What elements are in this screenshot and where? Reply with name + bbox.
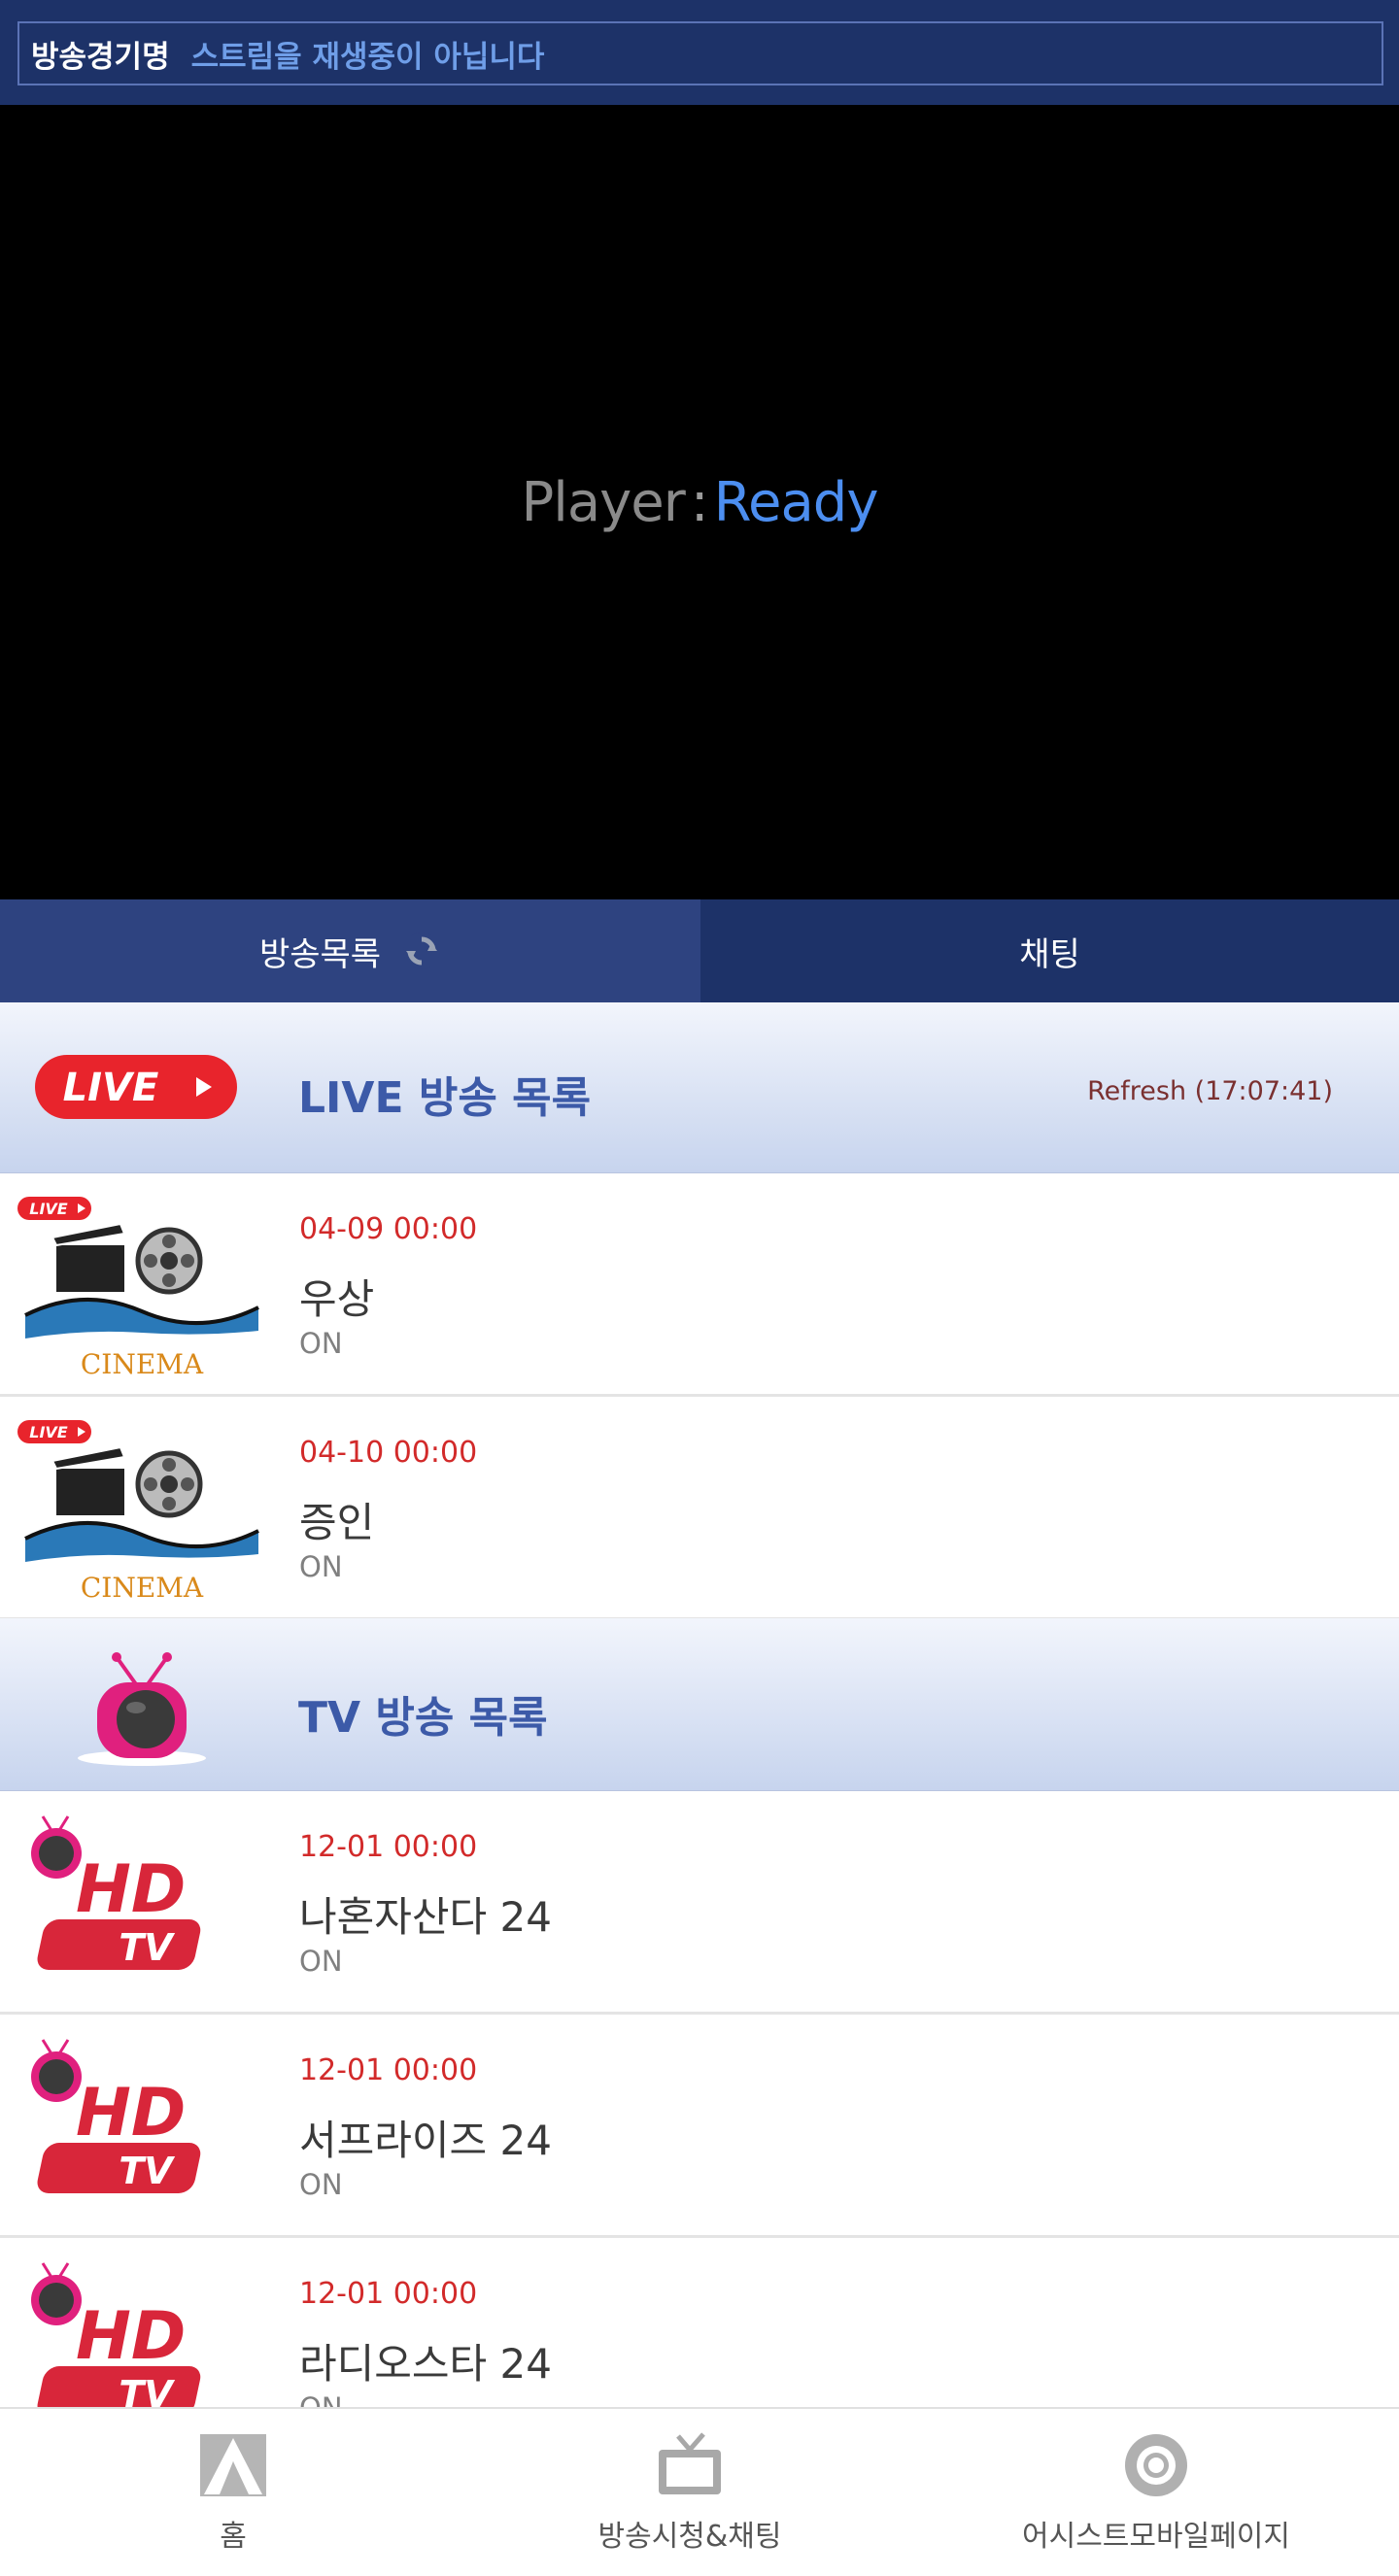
item-status: ON — [299, 1550, 343, 1583]
nav-assist-mobile-label: 어시스트모바일페이지 — [1022, 2520, 1290, 2554]
nav-home-label: 홈 — [220, 2520, 247, 2554]
hd-tv-thumbnail-icon: HD TV — [31, 2039, 201, 2193]
thumb-live-badge: LIVE — [29, 1200, 68, 1218]
tv-list-item[interactable]: HD TV 12-01 00:00 나혼자산다 24 ON — [0, 1791, 1399, 2015]
tab-bar: 방송목록 채팅 — [0, 899, 1399, 1002]
bottom-navigation: 홈 방송시청&채팅 어시스트모바일페이지 — [0, 2407, 1399, 2576]
item-title: 우상 — [299, 1275, 375, 1323]
item-date: 12-01 00:00 — [299, 2053, 478, 2087]
live-list-item[interactable]: LIVE CINEMA 04-09 00:00 우상 ON — [0, 1173, 1399, 1397]
tv-list-item[interactable]: HD TV 12-01 00:00 서프라이즈 24 ON — [0, 2015, 1399, 2238]
broadcast-title: 방송경기명 — [31, 39, 170, 75]
nav-assist-mobile[interactable]: 어시스트모바일페이지 — [913, 2409, 1399, 2576]
player-state: Ready — [713, 470, 879, 534]
video-player[interactable]: Player: Ready — [0, 105, 1399, 899]
cinema-thumbnail-icon: LIVE CINEMA — [17, 1197, 259, 1380]
home-logo-icon — [200, 2434, 266, 2496]
live-section-header: LIVE LIVE 방송 목록 Refresh (17:07:41) — [0, 1002, 1399, 1173]
item-title: 증인 — [299, 1499, 375, 1546]
tab-broadcast-list[interactable]: 방송목록 — [0, 899, 700, 1002]
refresh-icon[interactable] — [402, 932, 441, 970]
item-title: 나혼자산다 24 — [299, 1893, 552, 1941]
tab-chat[interactable]: 채팅 — [700, 899, 1399, 1002]
item-date: 12-01 00:00 — [299, 2277, 478, 2311]
item-status: ON — [299, 1327, 343, 1360]
item-date: 04-10 00:00 — [299, 1436, 478, 1470]
hd-tv-thumbnail-icon: HD TV — [31, 1815, 201, 1970]
player-separator: : — [690, 470, 709, 534]
browser-icon — [1125, 2434, 1187, 2496]
retro-tv-icon — [78, 1652, 206, 1766]
item-title: 라디오스타 24 — [299, 2340, 552, 2388]
nav-watch-chat[interactable]: 방송시청&채팅 — [466, 2409, 913, 2576]
thumb-cinema-caption: CINEMA — [81, 1572, 204, 1604]
tab-broadcast-list-label: 방송목록 — [258, 934, 382, 974]
item-status: ON — [299, 1945, 343, 1978]
thumb-cinema-caption: CINEMA — [81, 1348, 204, 1380]
live-badge-icon: LIVE — [35, 1055, 237, 1119]
player-status-label: Player: Ready — [521, 470, 879, 534]
thumb-hd-text: HD — [76, 1851, 186, 1928]
item-date: 04-09 00:00 — [299, 1212, 478, 1246]
thumb-hd-text: HD — [76, 2075, 186, 2152]
item-date: 12-01 00:00 — [299, 1830, 478, 1864]
item-status: ON — [299, 2168, 343, 2201]
thumb-hd-text: HD — [76, 2298, 186, 2375]
thumb-tv-text: TV — [119, 2150, 175, 2192]
refresh-time[interactable]: Refresh (17:07:41) — [1087, 1076, 1333, 1106]
thumb-tv-text: TV — [119, 1926, 175, 1969]
player-word: Player — [521, 470, 686, 534]
top-bar: 방송경기명 스트림을 재생중이 아닙니다 — [0, 0, 1399, 105]
thumb-live-badge: LIVE — [29, 1423, 68, 1441]
nav-home[interactable]: 홈 — [0, 2409, 466, 2576]
item-title: 서프라이즈 24 — [299, 2117, 552, 2164]
tv-section-title: TV 방송 목록 — [298, 1693, 548, 1743]
tab-chat-label: 채팅 — [1019, 934, 1080, 974]
tv-section-header: TV 방송 목록 — [0, 1618, 1399, 1791]
live-badge-text: LIVE — [63, 1066, 159, 1110]
nav-watch-chat-label: 방송시청&채팅 — [597, 2520, 782, 2554]
stream-status: 스트림을 재생중이 아닙니다 — [190, 39, 545, 75]
broadcast-info-box: 방송경기명 스트림을 재생중이 아닙니다 — [17, 21, 1383, 85]
tv-icon — [659, 2432, 721, 2494]
cinema-thumbnail-icon: LIVE CINEMA — [17, 1420, 259, 1604]
live-section-title: LIVE 방송 목록 — [298, 1073, 592, 1123]
live-list-item[interactable]: LIVE CINEMA 04-10 00:00 증인 ON — [0, 1397, 1399, 1620]
